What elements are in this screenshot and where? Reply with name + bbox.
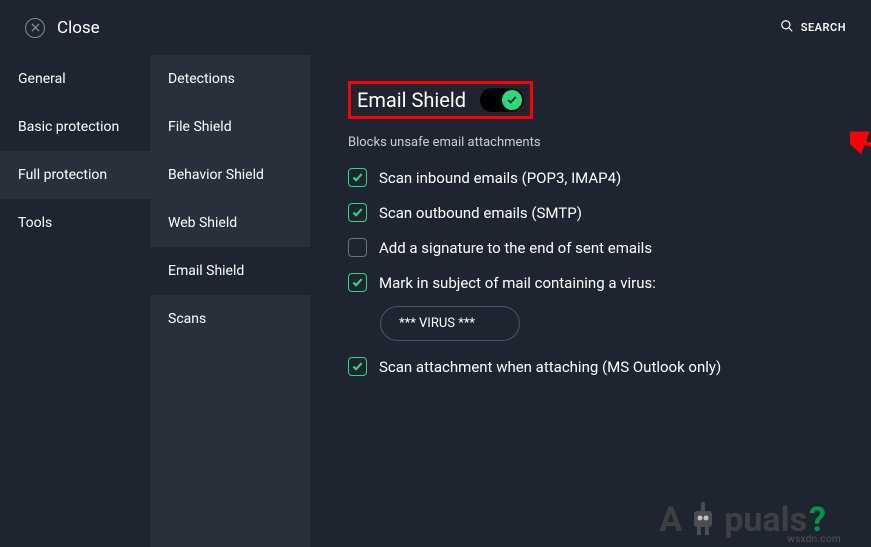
sidebar: General Basic protection Full protection… <box>0 55 150 547</box>
title-row: Email Shield <box>340 75 841 125</box>
annotation-arrow-icon <box>850 130 871 170</box>
checkbox-scan-attachment-outlook[interactable] <box>348 357 367 376</box>
watermark-footer: wsxdn.com <box>787 534 841 545</box>
sidebar-item-basic-protection[interactable]: Basic protection <box>0 103 150 151</box>
watermark-text: puals <box>724 503 807 537</box>
option-label: Scan inbound emails (POP3, IMAP4) <box>379 169 621 187</box>
annotation-highlight-box: Email Shield <box>348 81 533 119</box>
watermark-logo: A puals ? <box>659 501 826 537</box>
option-label: Mark in subject of mail containing a vir… <box>379 274 656 292</box>
page-subtitle: Blocks unsafe email attachments <box>348 135 841 150</box>
checkbox-add-signature[interactable] <box>348 238 367 257</box>
close-icon[interactable] <box>25 18 45 38</box>
search-label: SEARCH <box>801 21 846 34</box>
watermark-question-icon: ? <box>809 503 826 537</box>
option-mark-subject: Mark in subject of mail containing a vir… <box>348 273 841 292</box>
checkbox-scan-inbound[interactable] <box>348 168 367 187</box>
sidebar-item-full-protection[interactable]: Full protection <box>0 151 150 199</box>
option-scan-inbound: Scan inbound emails (POP3, IMAP4) <box>348 168 841 187</box>
option-label: Scan outbound emails (SMTP) <box>379 204 582 222</box>
header-left: Close <box>25 18 100 38</box>
watermark-letter: A <box>659 503 682 537</box>
robot-icon <box>688 501 718 537</box>
sidebar-item-general[interactable]: General <box>0 55 150 103</box>
sidebar-item-tools[interactable]: Tools <box>0 199 150 247</box>
checkbox-scan-outbound[interactable] <box>348 203 367 222</box>
subnav-item-email-shield[interactable]: Email Shield <box>150 247 310 295</box>
search-button[interactable]: SEARCH <box>780 18 846 37</box>
option-label: Add a signature to the end of sent email… <box>379 239 652 257</box>
subnav-item-scans[interactable]: Scans <box>150 295 310 343</box>
subnav: Detections File Shield Behavior Shield W… <box>150 55 310 547</box>
checkbox-mark-subject[interactable] <box>348 273 367 292</box>
close-label[interactable]: Close <box>57 18 100 38</box>
body: General Basic protection Full protection… <box>0 55 871 547</box>
toggle-knob-on <box>502 90 522 110</box>
options-list: Scan inbound emails (POP3, IMAP4) Scan o… <box>348 168 841 376</box>
option-label: Scan attachment when attaching (MS Outlo… <box>379 358 721 376</box>
subnav-item-detections[interactable]: Detections <box>150 55 310 103</box>
page-title: Email Shield <box>357 88 466 112</box>
option-scan-outbound: Scan outbound emails (SMTP) <box>348 203 841 222</box>
virus-tag-input[interactable] <box>380 306 520 341</box>
subnav-item-file-shield[interactable]: File Shield <box>150 103 310 151</box>
subnav-item-web-shield[interactable]: Web Shield <box>150 199 310 247</box>
main-panel: Email Shield Blocks unsafe email attachm… <box>310 55 871 547</box>
search-icon <box>780 18 794 37</box>
header: Close SEARCH <box>0 0 871 55</box>
email-shield-toggle[interactable] <box>480 88 524 112</box>
subnav-item-behavior-shield[interactable]: Behavior Shield <box>150 151 310 199</box>
option-scan-attachment-outlook: Scan attachment when attaching (MS Outlo… <box>348 357 841 376</box>
option-add-signature: Add a signature to the end of sent email… <box>348 238 841 257</box>
